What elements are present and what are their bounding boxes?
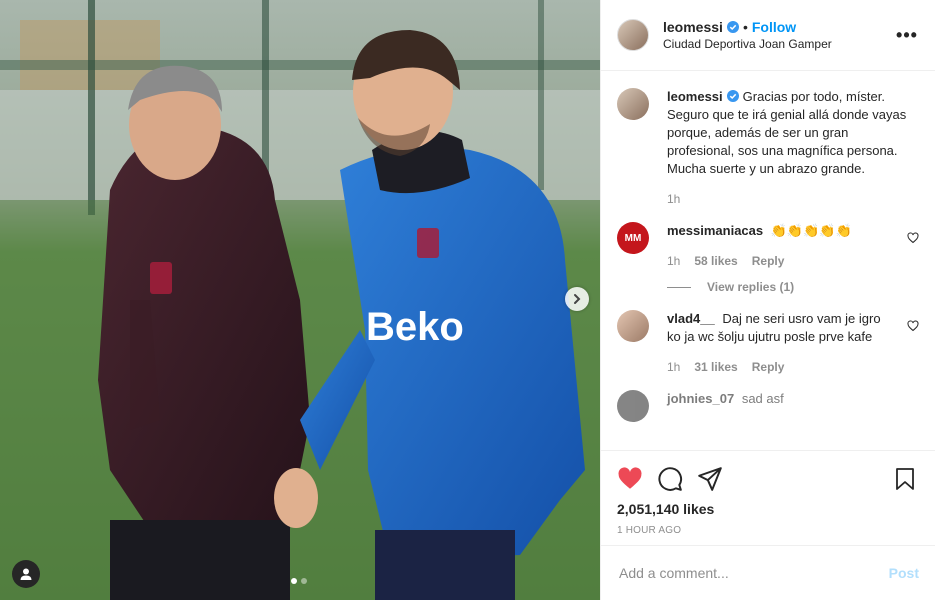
- comment-item: vlad4__ Daj ne seri usro vam je igro ko …: [617, 310, 919, 376]
- follow-button[interactable]: Follow: [752, 19, 796, 35]
- username-link[interactable]: leomessi: [667, 89, 723, 104]
- comment-meta: 1h 31 likes Reply: [667, 358, 897, 376]
- like-comment-heart-icon[interactable]: [907, 232, 919, 244]
- caption-meta: 1h: [667, 190, 919, 208]
- like-button[interactable]: [617, 466, 643, 492]
- post-side-panel: leomessi • Follow Ciudad Deportiva Joan …: [600, 0, 935, 600]
- post-image: Beko: [0, 0, 600, 600]
- username-link[interactable]: johnies_07: [667, 391, 734, 406]
- verified-badge-icon: [726, 21, 739, 33]
- comment-item: johnies_07 sad asf: [617, 390, 919, 422]
- carousel-dot: [301, 578, 307, 584]
- like-comment-heart-icon[interactable]: [907, 320, 919, 332]
- caption: leomessi Gracias por todo, míster. Seguro…: [617, 88, 919, 208]
- post-header: leomessi • Follow Ciudad Deportiva Joan …: [601, 0, 935, 71]
- instagram-post: Beko leomessi • Follow Ciudad Deportiva …: [0, 0, 935, 600]
- comment-body: johnies_07 sad asf: [667, 390, 919, 408]
- avatar[interactable]: [617, 310, 649, 342]
- username-link[interactable]: leomessi: [663, 19, 723, 35]
- header-row: leomessi • Follow: [663, 19, 895, 35]
- carousel-dot: [291, 578, 297, 584]
- comment-body: messimaniacas 👏👏👏👏👏 1h 58 likes Reply Vi…: [667, 222, 897, 296]
- comment-likes[interactable]: 31 likes: [694, 358, 737, 376]
- comment-text: 👏👏👏👏👏: [770, 223, 852, 238]
- caption-timestamp[interactable]: 1h: [667, 190, 680, 208]
- post-photo[interactable]: Beko: [0, 0, 600, 600]
- tagged-users-button[interactable]: [12, 560, 40, 588]
- comment-button[interactable]: [657, 466, 683, 492]
- comment-meta: 1h 58 likes Reply: [667, 252, 897, 270]
- comment-item: MM messimaniacas 👏👏👏👏👏 1h 58 likes Reply…: [617, 222, 919, 296]
- carousel-indicator: [291, 578, 307, 584]
- reply-button[interactable]: Reply: [752, 358, 785, 376]
- view-replies-label: View replies (1): [707, 280, 795, 294]
- heart-filled-icon: [618, 467, 642, 489]
- view-replies-button[interactable]: View replies (1): [667, 278, 897, 296]
- likes-count[interactable]: 2,051,140 likes: [617, 501, 919, 517]
- send-paper-plane-icon: [698, 467, 722, 491]
- avatar[interactable]: [617, 19, 649, 51]
- more-options-button[interactable]: •••: [895, 25, 919, 46]
- share-button[interactable]: [697, 466, 723, 492]
- post-comment-button[interactable]: Post: [889, 565, 919, 581]
- comment-bubble-icon: [658, 467, 682, 491]
- user-icon: [20, 568, 32, 580]
- location-link[interactable]: Ciudad Deportiva Joan Gamper: [663, 37, 895, 51]
- comment-likes[interactable]: 58 likes: [694, 252, 737, 270]
- comment-timestamp[interactable]: 1h: [667, 252, 680, 270]
- action-icons: [617, 459, 919, 499]
- comments-list[interactable]: leomessi Gracias por todo, míster. Seguro…: [601, 72, 935, 450]
- avatar[interactable]: [617, 88, 649, 120]
- bookmark-icon: [896, 468, 914, 490]
- username-link[interactable]: messimaniacas: [667, 223, 763, 238]
- carousel-next-button[interactable]: [565, 287, 589, 311]
- jersey-sponsor-text: Beko: [366, 305, 464, 349]
- replies-line: [667, 286, 691, 288]
- chevron-right-icon: [574, 294, 581, 304]
- post-actions: 2,051,140 likes 1 HOUR AGO: [601, 450, 935, 536]
- comment-timestamp[interactable]: 1h: [667, 358, 680, 376]
- reply-button[interactable]: Reply: [752, 252, 785, 270]
- comment-text: sad asf: [741, 391, 784, 406]
- post-timestamp[interactable]: 1 HOUR AGO: [617, 525, 919, 536]
- caption-body: leomessi Gracias por todo, míster. Seguro…: [667, 88, 919, 208]
- verified-badge-icon: [726, 90, 739, 102]
- add-comment-bar: Post: [601, 545, 935, 600]
- add-comment-input[interactable]: [617, 564, 889, 582]
- save-button[interactable]: [893, 466, 919, 492]
- avatar[interactable]: MM: [617, 222, 649, 254]
- separator-dot: •: [742, 19, 748, 35]
- comment-body: vlad4__ Daj ne seri usro vam je igro ko …: [667, 310, 897, 376]
- username-link[interactable]: vlad4__: [667, 311, 715, 326]
- header-text: leomessi • Follow Ciudad Deportiva Joan …: [663, 19, 895, 51]
- avatar[interactable]: [617, 390, 649, 422]
